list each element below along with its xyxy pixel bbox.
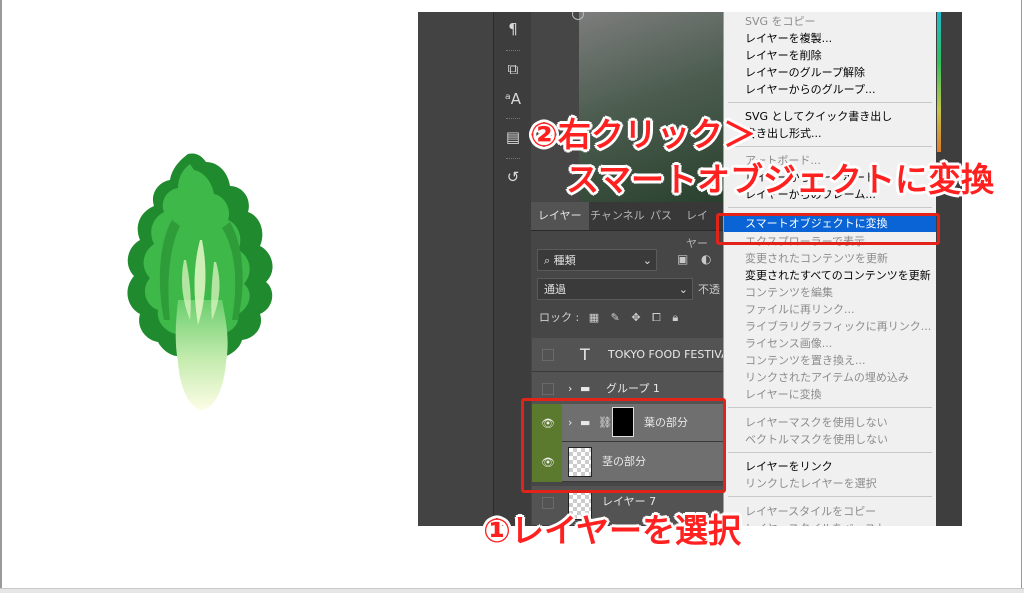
lock-all-icon[interactable]: 🔒︎ [672, 311, 678, 324]
menu-item-update-all-modified-content[interactable]: 変更されたすべてのコンテンツを更新 [724, 267, 936, 284]
menu-item-relink-to-file[interactable]: ファイルに再リンク... [724, 301, 936, 318]
menu-item-convert-to-layers[interactable]: レイヤーに変換 [724, 386, 936, 403]
callout-step2-line1: ②右クリック＞ [530, 115, 756, 154]
menu-item-replace-contents[interactable]: コンテンツを置き換え... [724, 352, 936, 369]
menu-separator [728, 146, 932, 147]
history-icon[interactable]: ↺ [494, 162, 532, 192]
lock-label: ロック : [539, 311, 580, 324]
color-ramp-strip [937, 12, 941, 152]
grip-divider [506, 158, 520, 161]
menu-separator [728, 102, 932, 103]
menu-item-group-from-layers[interactable]: レイヤーからのグループ... [724, 81, 936, 98]
menu-separator [728, 496, 932, 497]
visibility-toggle[interactable] [532, 338, 562, 372]
menu-item-delete-layer[interactable]: レイヤーを削除 [724, 47, 936, 64]
callout-step2-line2: スマートオブジェクトに変換 [566, 160, 995, 199]
character-style-icon[interactable]: ᵃA [494, 84, 532, 114]
menu-item-paste-layer-style[interactable]: レイヤースタイルをペースト [724, 520, 936, 526]
blend-mode-value: 通過 [544, 283, 566, 296]
lock-position-icon[interactable]: ✥ [631, 311, 640, 324]
menu-item-embed-linked[interactable]: リンクされたアイテムの埋め込み [724, 369, 936, 386]
paragraph-style-icon[interactable]: ⧉ [494, 54, 532, 84]
visibility-empty-box [542, 383, 554, 395]
menu-separator [728, 452, 932, 453]
menu-separator [728, 407, 932, 408]
blend-mode-select[interactable]: 通過 ⌄ [537, 278, 693, 300]
adjustment-filter-icon[interactable]: ◐ [701, 252, 711, 266]
chevron-down-icon: ⌄ [642, 254, 652, 267]
lock-paint-icon[interactable]: ✎ [611, 311, 620, 324]
notes-icon[interactable]: ▤ [494, 122, 532, 152]
layer-row-text[interactable]: T TOKYO FOOD FESTIVA [532, 338, 729, 372]
menu-item-disable-layer-mask[interactable]: レイヤーマスクを使用しない [724, 414, 936, 431]
callout-step1: ①レイヤーを選択 [483, 511, 741, 550]
canvas-gutter [418, 12, 493, 526]
lock-transparency-icon[interactable]: ▦ [589, 311, 599, 324]
tab-layers[interactable]: レイヤー [531, 202, 589, 230]
tab-paths[interactable]: パス [643, 202, 679, 230]
search-icon: ⌕ [544, 254, 554, 267]
menu-item-copy-layer-style[interactable]: レイヤースタイルをコピー [724, 503, 936, 520]
highlight-box-menu-item [716, 213, 940, 245]
opacity-label: 不透 [698, 283, 720, 296]
layer-name: TOKYO FOOD FESTIVA [608, 348, 729, 361]
menu-item-ungroup-layers[interactable]: レイヤーのグループ解除 [724, 64, 936, 81]
menu-item-disable-vector-mask[interactable]: ベクトルマスクを使用しない [724, 431, 936, 448]
pixel-filter-icon[interactable]: ▣ [677, 252, 688, 266]
grip-divider [506, 50, 520, 53]
page-bottom-edge [0, 588, 1024, 593]
menu-separator [728, 207, 932, 208]
menu-item-edit-contents[interactable]: コンテンツを編集 [724, 284, 936, 301]
grip-divider [506, 118, 520, 121]
visibility-empty-box [542, 349, 554, 361]
menu-item-relink-to-library[interactable]: ライブラリグラフィックに再リンク... [724, 318, 936, 335]
context-menu: SVG をコピー レイヤーを複製... レイヤーを削除 レイヤーのグループ解除 … [723, 12, 936, 526]
menu-item-license-image[interactable]: ライセンス画像... [724, 335, 936, 352]
chevron-down-icon: ⌄ [678, 283, 688, 296]
text-layer-icon: T [580, 345, 590, 364]
menu-item-duplicate-layer[interactable]: レイヤーを複製... [724, 30, 936, 47]
highlight-box-layers [521, 398, 726, 493]
menu-item-link-layers[interactable]: レイヤーをリンク [724, 458, 936, 475]
menu-item-update-modified-content[interactable]: 変更されたコンテンツを更新 [724, 250, 936, 267]
menu-item-select-linked-layers[interactable]: リンクしたレイヤーを選択 [724, 475, 936, 492]
lock-artboard-icon[interactable]: ⧠ [652, 311, 661, 324]
lettuce-illustration [127, 153, 273, 410]
tab-channels[interactable]: チャンネル [583, 202, 652, 230]
filter-label: 種類 [553, 254, 576, 267]
menu-item-copy-svg[interactable]: SVG をコピー [724, 13, 936, 30]
layer-filter-select[interactable]: ⌕ 種類 ⌄ [537, 249, 657, 271]
paragraph-icon[interactable]: ¶ [494, 14, 532, 44]
lock-row: ロック : ▦ ✎ ✥ ⧠ 🔒︎ [539, 309, 678, 325]
panel-tab-bar: レイヤー チャンネル パス レイヤー [531, 202, 723, 250]
